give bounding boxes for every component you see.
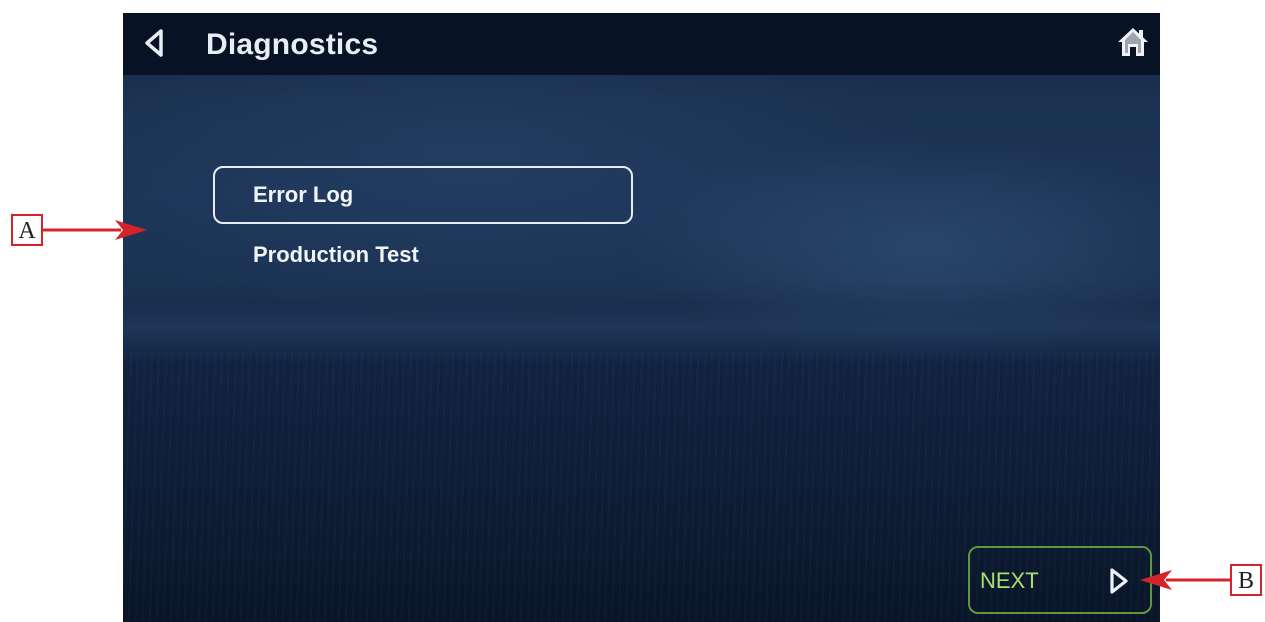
menu-item-production-test[interactable]: Production Test: [213, 226, 633, 284]
back-button[interactable]: [141, 28, 167, 58]
callout-label-a: A: [11, 214, 43, 246]
callout-arrow-a: [43, 220, 147, 240]
next-button[interactable]: NEXT: [968, 546, 1152, 614]
chevron-left-outline-icon: [145, 29, 163, 57]
menu-item-label: Error Log: [253, 182, 354, 207]
next-button-label: NEXT: [980, 568, 1039, 593]
home-icon: [1118, 28, 1148, 56]
menu-item-error-log[interactable]: Error Log: [213, 166, 633, 224]
page: Diagnostics Error Log Production Test NE…: [0, 0, 1265, 622]
page-title: Diagnostics: [206, 28, 379, 61]
callout-label-b: B: [1230, 564, 1262, 596]
menu-item-label: Production Test: [253, 242, 419, 267]
home-button[interactable]: [1116, 25, 1150, 59]
chevron-right-outline-icon: [1110, 568, 1128, 594]
device-screen: Diagnostics Error Log Production Test NE…: [123, 13, 1160, 622]
title-bar: Diagnostics: [123, 13, 1160, 75]
callout-arrow-b: [1140, 570, 1230, 590]
